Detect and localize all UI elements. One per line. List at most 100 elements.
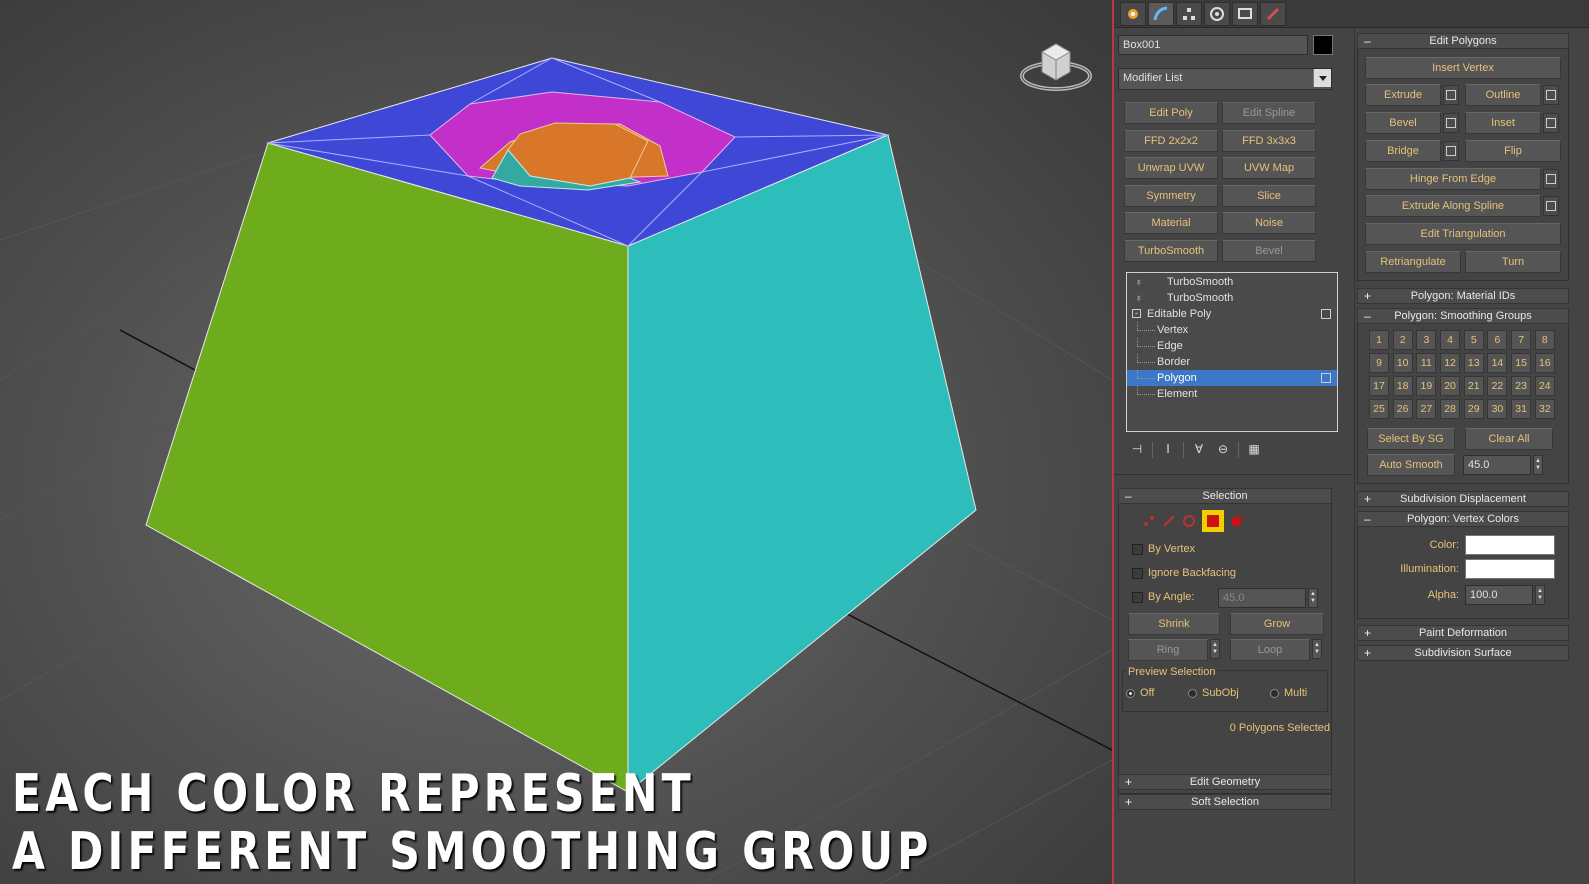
extrude-settings-icon[interactable] bbox=[1443, 85, 1459, 105]
outline-button[interactable]: Outline bbox=[1465, 84, 1541, 106]
alpha-spinner[interactable]: ▲ ▼ bbox=[1535, 585, 1545, 605]
object-color-swatch[interactable] bbox=[1313, 35, 1333, 55]
extrude-button[interactable]: Extrude bbox=[1365, 84, 1441, 106]
by-angle-checkbox[interactable] bbox=[1132, 592, 1143, 603]
ignore-backfacing-checkbox[interactable] bbox=[1132, 568, 1143, 579]
clear-all-button[interactable]: Clear All bbox=[1465, 428, 1553, 450]
edit-geometry-rollout[interactable]: + Edit Geometry bbox=[1118, 774, 1332, 790]
by-vertex-checkbox[interactable] bbox=[1132, 544, 1143, 555]
bulb-icon[interactable]: ♁ bbox=[1135, 275, 1143, 291]
loop-spinner[interactable]: ▲ ▼ bbox=[1312, 639, 1322, 659]
smoothing-group-button[interactable]: 17 bbox=[1369, 376, 1389, 396]
smoothing-group-button[interactable]: 8 bbox=[1534, 330, 1555, 350]
smoothing-group-button[interactable]: 12 bbox=[1440, 353, 1461, 373]
turn-button[interactable]: Turn bbox=[1465, 251, 1561, 273]
stack-item[interactable]: Border bbox=[1127, 354, 1337, 370]
edit-polygons-rollout-header[interactable]: – Edit Polygons bbox=[1357, 33, 1569, 49]
stack-item[interactable]: Vertex bbox=[1127, 322, 1337, 338]
bevel-settings-icon[interactable] bbox=[1443, 113, 1459, 133]
ring-spinner[interactable]: ▲ ▼ bbox=[1210, 639, 1220, 659]
auto-smooth-button[interactable]: Auto Smooth bbox=[1367, 454, 1455, 476]
vertex-colors-rollout-header[interactable]: – Polygon: Vertex Colors bbox=[1357, 511, 1569, 527]
smoothing-group-button[interactable]: 15 bbox=[1511, 353, 1532, 373]
smoothing-group-button[interactable]: 30 bbox=[1487, 399, 1508, 419]
modify-icon[interactable] bbox=[1148, 2, 1174, 26]
preview-off-radio[interactable] bbox=[1126, 689, 1135, 698]
utilities-icon[interactable] bbox=[1260, 2, 1286, 26]
bridge-button[interactable]: Bridge bbox=[1365, 140, 1441, 162]
smoothing-group-button[interactable]: 7 bbox=[1511, 330, 1532, 350]
retriangulate-button[interactable]: Retriangulate bbox=[1365, 251, 1461, 273]
alpha-field[interactable]: 100.0 bbox=[1465, 585, 1533, 605]
shrink-button[interactable]: Shrink bbox=[1128, 613, 1220, 635]
auto-smooth-spinner[interactable]: ▲ ▼ bbox=[1533, 455, 1543, 475]
smoothing-group-button[interactable]: 4 bbox=[1440, 330, 1461, 350]
bridge-settings-icon[interactable] bbox=[1443, 141, 1459, 161]
modifier-button[interactable]: Material bbox=[1124, 212, 1218, 235]
stack-toggle-box[interactable] bbox=[1321, 373, 1331, 383]
smoothing-group-button[interactable]: 23 bbox=[1511, 376, 1532, 396]
create-icon[interactable] bbox=[1120, 2, 1146, 26]
edge-mode-icon[interactable] bbox=[1162, 514, 1176, 528]
ring-button[interactable]: Ring bbox=[1128, 639, 1208, 661]
smoothing-group-button[interactable]: 2 bbox=[1392, 330, 1413, 350]
smoothing-group-button[interactable]: 9 bbox=[1369, 353, 1389, 373]
hierarchy-icon[interactable] bbox=[1176, 2, 1202, 26]
smoothing-group-button[interactable]: 16 bbox=[1534, 353, 1555, 373]
modifier-list-dropdown[interactable]: Modifier List bbox=[1118, 68, 1332, 90]
modifier-button[interactable]: Unwrap UVW bbox=[1124, 157, 1218, 180]
smoothing-groups-rollout-header[interactable]: – Polygon: Smoothing Groups bbox=[1357, 308, 1569, 324]
viewport[interactable]: EACH COLOR REPRESENT A DIFFERENT SMOOTHI… bbox=[0, 0, 1112, 884]
hinge-from-edge-button[interactable]: Hinge From Edge bbox=[1365, 168, 1541, 190]
insert-vertex-button[interactable]: Insert Vertex bbox=[1365, 57, 1561, 79]
configure-sets-icon[interactable]: ▦ bbox=[1245, 442, 1263, 458]
preview-multi-radio[interactable] bbox=[1270, 689, 1279, 698]
bevel-button[interactable]: Bevel bbox=[1365, 112, 1441, 134]
show-end-result-icon[interactable]: Ⅰ bbox=[1159, 442, 1177, 458]
paint-deformation-rollout[interactable]: + Paint Deformation bbox=[1357, 625, 1569, 641]
subdivision-surface-rollout[interactable]: + Subdivision Surface bbox=[1357, 645, 1569, 661]
angle-spinner[interactable]: ▲ ▼ bbox=[1308, 588, 1318, 608]
stack-item[interactable]: - Editable Poly bbox=[1127, 306, 1337, 322]
modifier-button[interactable]: UVW Map bbox=[1222, 157, 1316, 180]
grow-button[interactable]: Grow bbox=[1230, 613, 1324, 635]
illumination-color-swatch[interactable] bbox=[1465, 559, 1555, 579]
modifier-button[interactable]: FFD 3x3x3 bbox=[1222, 129, 1316, 152]
subdivision-displacement-rollout[interactable]: + Subdivision Displacement bbox=[1357, 491, 1569, 507]
collapse-icon[interactable]: - bbox=[1132, 309, 1141, 318]
modifier-button[interactable]: Slice bbox=[1222, 184, 1316, 207]
smoothing-group-button[interactable]: 27 bbox=[1416, 399, 1437, 419]
display-icon[interactable] bbox=[1232, 2, 1258, 26]
border-mode-icon[interactable] bbox=[1182, 514, 1196, 528]
material-ids-rollout[interactable]: + Polygon: Material IDs bbox=[1357, 288, 1569, 304]
element-mode-icon[interactable] bbox=[1230, 514, 1244, 528]
modifier-button[interactable]: Edit Poly bbox=[1124, 102, 1218, 124]
smoothing-group-button[interactable]: 1 bbox=[1369, 330, 1389, 350]
smoothing-group-button[interactable]: 5 bbox=[1463, 330, 1484, 350]
smoothing-group-button[interactable]: 6 bbox=[1487, 330, 1508, 350]
hinge-settings-icon[interactable] bbox=[1543, 169, 1559, 189]
smoothing-group-button[interactable]: 20 bbox=[1440, 376, 1461, 396]
stack-item[interactable]: ♁ TurboSmooth bbox=[1127, 274, 1337, 290]
modifier-button[interactable]: TurboSmooth bbox=[1124, 240, 1218, 262]
motion-icon[interactable] bbox=[1204, 2, 1230, 26]
smoothing-group-button[interactable]: 32 bbox=[1534, 399, 1555, 419]
smoothing-group-button[interactable]: 26 bbox=[1392, 399, 1413, 419]
smoothing-group-button[interactable]: 14 bbox=[1487, 353, 1508, 373]
smoothing-group-button[interactable]: 11 bbox=[1416, 353, 1437, 373]
preview-subobj-radio[interactable] bbox=[1188, 689, 1197, 698]
smoothing-group-button[interactable]: 31 bbox=[1511, 399, 1532, 419]
smoothing-group-button[interactable]: 28 bbox=[1440, 399, 1461, 419]
object-name-field[interactable]: Box001 bbox=[1118, 35, 1308, 55]
selection-rollout-header[interactable]: – Selection bbox=[1118, 488, 1332, 504]
soft-selection-rollout[interactable]: + Soft Selection bbox=[1118, 794, 1332, 810]
smoothing-group-button[interactable]: 18 bbox=[1392, 376, 1413, 396]
inset-button[interactable]: Inset bbox=[1465, 112, 1541, 134]
inset-settings-icon[interactable] bbox=[1543, 113, 1559, 133]
viewport-scene[interactable] bbox=[0, 0, 1112, 884]
modifier-stack[interactable]: ♁ TurboSmooth ♁ TurboSmooth - Editable Poly Ve… bbox=[1126, 272, 1338, 432]
flip-button[interactable]: Flip bbox=[1465, 140, 1561, 162]
auto-smooth-threshold-field[interactable]: 45.0 bbox=[1463, 455, 1531, 475]
by-angle-field[interactable]: 45.0 bbox=[1218, 588, 1306, 608]
modifier-button[interactable]: FFD 2x2x2 bbox=[1124, 129, 1218, 152]
